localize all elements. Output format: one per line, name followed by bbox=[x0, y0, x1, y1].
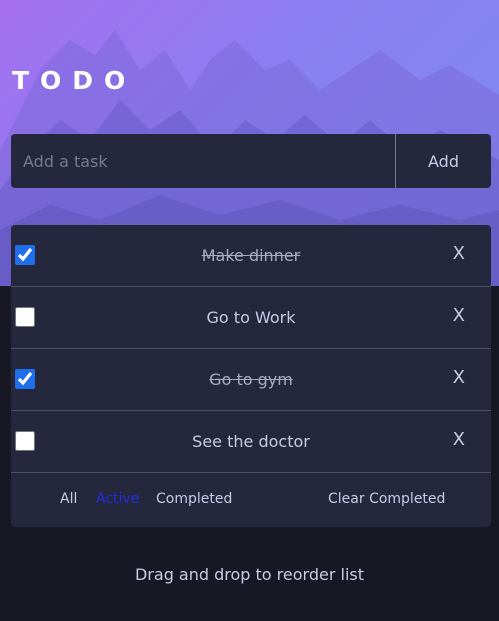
list-footer: All Active Completed Clear Completed bbox=[11, 473, 491, 527]
clear-completed-button[interactable]: Clear Completed bbox=[328, 491, 445, 507]
todo-item[interactable]: See the doctor X bbox=[11, 411, 491, 473]
delete-button[interactable]: X bbox=[453, 367, 465, 388]
todo-text: Go to gym bbox=[209, 370, 293, 389]
filter-all[interactable]: All bbox=[60, 491, 77, 507]
todo-item[interactable]: Go to Work X bbox=[11, 287, 491, 349]
todo-checkbox[interactable] bbox=[15, 245, 35, 265]
filter-completed[interactable]: Completed bbox=[156, 491, 232, 507]
todo-text: See the doctor bbox=[192, 432, 310, 451]
new-task-input[interactable] bbox=[11, 134, 395, 188]
app-title: TODO bbox=[12, 66, 137, 95]
todo-item[interactable]: Make dinner X bbox=[11, 225, 491, 287]
todo-text: Make dinner bbox=[201, 246, 301, 265]
delete-button[interactable]: X bbox=[453, 243, 465, 264]
filter-active[interactable]: Active bbox=[96, 491, 139, 507]
todo-checkbox[interactable] bbox=[15, 431, 35, 451]
delete-button[interactable]: X bbox=[453, 305, 465, 326]
new-task-bar: Add bbox=[11, 134, 491, 188]
reorder-hint: Drag and drop to reorder list bbox=[134, 565, 364, 584]
todo-checkbox[interactable] bbox=[15, 307, 35, 327]
delete-button[interactable]: X bbox=[453, 429, 465, 450]
todo-item[interactable]: Go to gym X bbox=[11, 349, 491, 411]
todo-checkbox[interactable] bbox=[15, 369, 35, 389]
todo-list: Make dinner X Go to Work X Go to gym X S… bbox=[11, 225, 491, 527]
todo-text: Go to Work bbox=[206, 308, 296, 327]
add-button[interactable]: Add bbox=[395, 134, 491, 188]
